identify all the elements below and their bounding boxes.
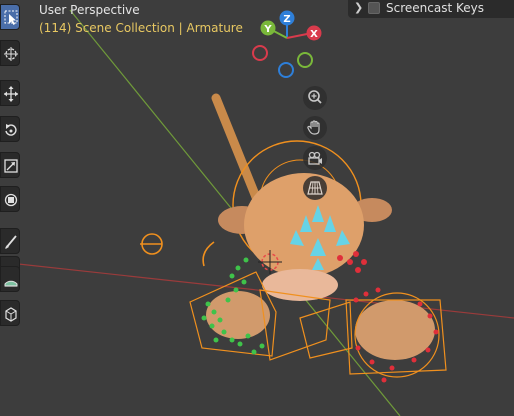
add-cube-tool[interactable] bbox=[0, 300, 20, 326]
annotate-tool[interactable] bbox=[0, 228, 20, 254]
select-box-tool[interactable] bbox=[0, 4, 20, 30]
grid-ortho-icon bbox=[307, 181, 323, 195]
zoom-icon bbox=[308, 90, 322, 104]
left-toolbar bbox=[0, 0, 22, 416]
scale-tool[interactable] bbox=[0, 152, 20, 178]
y-axis-label: Y bbox=[263, 24, 272, 35]
3d-viewport[interactable]: User Perspective (114) Scene Collection … bbox=[0, 0, 514, 416]
measure-tool[interactable] bbox=[0, 266, 20, 292]
left-hand bbox=[206, 291, 270, 339]
transform-icon bbox=[4, 193, 18, 207]
scale-icon bbox=[4, 159, 18, 173]
navigation-gizmo[interactable]: Z Y X bbox=[248, 8, 328, 88]
select-box-icon bbox=[4, 10, 18, 25]
right-hand bbox=[355, 300, 435, 360]
z-axis-label: Z bbox=[283, 14, 290, 25]
cursor-tool[interactable] bbox=[0, 40, 20, 66]
screencast-keys-panel[interactable]: ❯ Screencast Keys bbox=[348, 0, 514, 18]
rotate-icon bbox=[5, 124, 17, 136]
annotate-icon bbox=[5, 235, 17, 249]
rotate-tool[interactable] bbox=[0, 116, 20, 142]
measure-icon bbox=[4, 280, 18, 287]
move-tool[interactable] bbox=[0, 80, 20, 106]
camera-icon bbox=[308, 151, 322, 165]
ortho-toggle-button[interactable] bbox=[303, 176, 327, 200]
move-icon bbox=[4, 86, 18, 102]
neg-x-handle bbox=[252, 45, 268, 61]
pan-button[interactable] bbox=[303, 116, 327, 140]
zoom-button[interactable] bbox=[303, 86, 327, 110]
cursor-icon bbox=[4, 47, 18, 61]
hand-pan-icon bbox=[307, 120, 320, 135]
chevron-right-icon[interactable]: ❯ bbox=[354, 1, 363, 14]
screencast-keys-label: Screencast Keys bbox=[386, 1, 484, 15]
neg-z-handle bbox=[278, 62, 294, 78]
neg-y-handle bbox=[297, 52, 313, 68]
screencast-keys-checkbox[interactable] bbox=[368, 2, 380, 14]
transform-tool[interactable] bbox=[0, 186, 20, 212]
x-axis-label: X bbox=[310, 29, 318, 40]
viewport-collection-label: (114) Scene Collection | Armature bbox=[39, 21, 243, 35]
camera-view-button[interactable] bbox=[303, 146, 327, 170]
viewport-perspective-label: User Perspective bbox=[39, 3, 140, 17]
add-cube-icon bbox=[5, 307, 17, 322]
